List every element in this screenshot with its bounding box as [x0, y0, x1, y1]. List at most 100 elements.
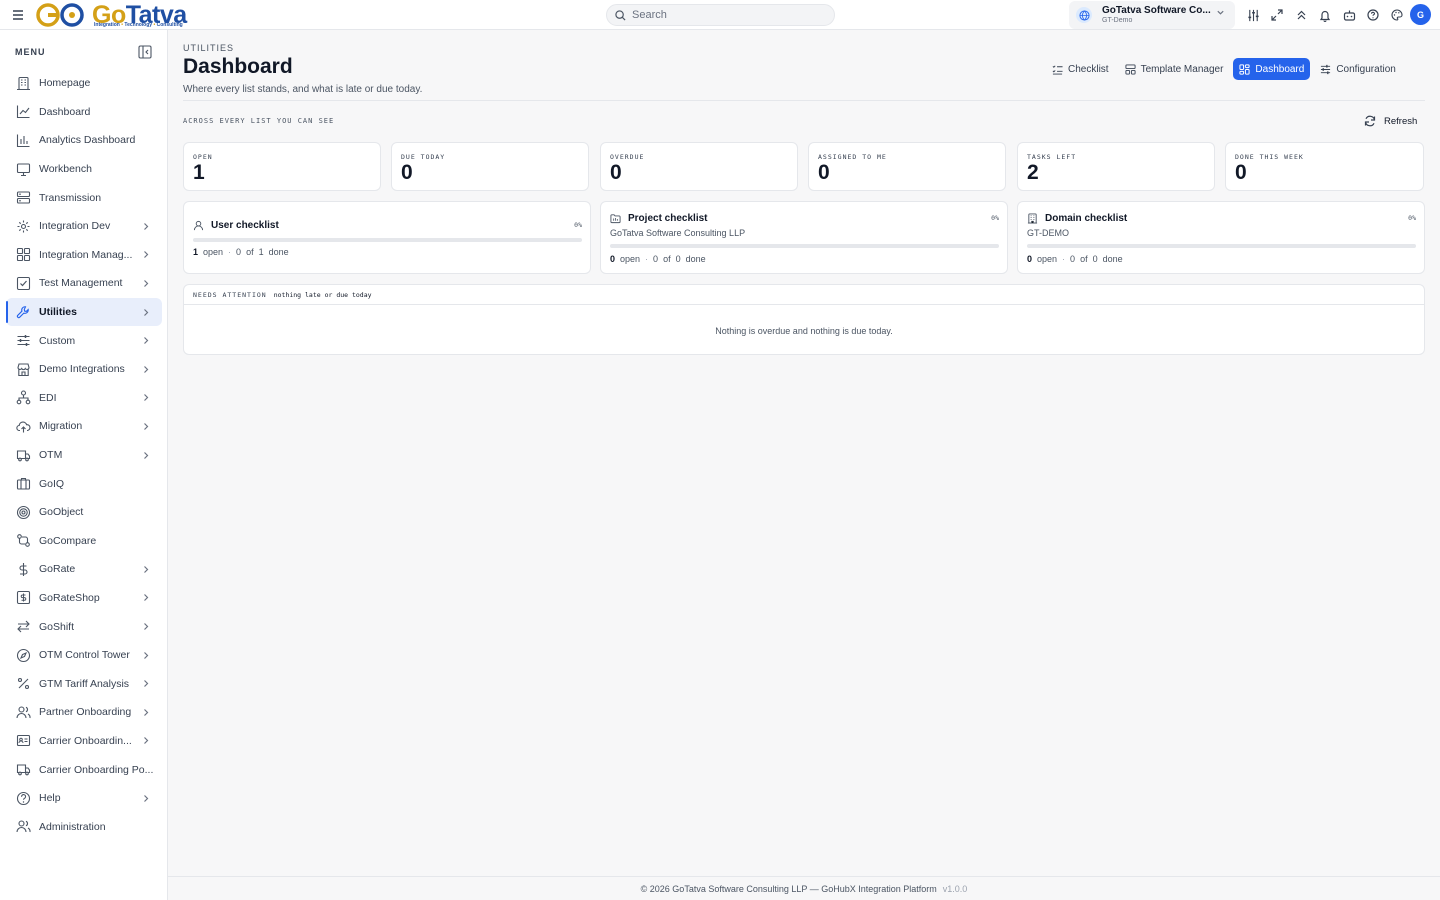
- sidebar-item-otm[interactable]: OTM: [6, 441, 162, 470]
- chevron-right-icon: [142, 679, 150, 688]
- tab-checklist[interactable]: Checklist: [1046, 58, 1115, 80]
- stat-card-assigned-to-me: ASSIGNED TO ME 0: [808, 142, 1006, 191]
- tab-template-manager[interactable]: Template Manager: [1119, 58, 1230, 80]
- equalizer-icon[interactable]: [1243, 4, 1263, 26]
- refresh-button[interactable]: Refresh: [1364, 115, 1417, 127]
- sidebar-item-homepage[interactable]: Homepage: [6, 69, 162, 98]
- stat-label: OVERDUE: [610, 153, 645, 161]
- bot-icon[interactable]: [1339, 4, 1359, 26]
- sidebar-item-gocompare[interactable]: GoCompare: [6, 527, 162, 556]
- chevron-right-icon: [142, 365, 150, 374]
- sidebar-item-transmission[interactable]: Transmission: [6, 183, 162, 212]
- help-circle-icon[interactable]: [1363, 4, 1383, 26]
- tab-dashboard[interactable]: Dashboard: [1233, 58, 1311, 80]
- chevrons-up-icon[interactable]: [1291, 4, 1311, 26]
- sidebar-item-dashboard[interactable]: Dashboard: [6, 98, 162, 127]
- sidebar-item-edi[interactable]: EDI: [6, 384, 162, 413]
- sidebar-item-gorate[interactable]: GoRate: [6, 555, 162, 584]
- sidebar-item-label: Homepage: [39, 77, 91, 90]
- chevron-right-icon: [142, 222, 150, 231]
- chevron-right-icon: [142, 794, 150, 803]
- needs-attention-panel: NEEDS ATTENTION nothing late or due toda…: [183, 284, 1425, 355]
- palette-icon[interactable]: [1387, 4, 1407, 26]
- collapse-sidebar-icon[interactable]: [138, 45, 152, 59]
- list-title: Domain checklist: [1045, 213, 1128, 224]
- globe-icon: [1076, 7, 1092, 23]
- building-icon: [16, 76, 31, 91]
- stat-card-overdue: OVERDUE 0: [600, 142, 798, 191]
- sidebar-item-workbench[interactable]: Workbench: [6, 155, 162, 184]
- sidebar-item-label: GoRateShop: [39, 591, 100, 604]
- list-subtitle: GoTatva Software Consulting LLP: [610, 228, 746, 238]
- id-card-icon: [16, 733, 31, 748]
- grid-icon: [16, 247, 31, 262]
- monitor-icon: [16, 162, 31, 177]
- list-stats: 1 open · 0 of 1 done: [193, 247, 289, 257]
- sidebar-item-analytics-dashboard[interactable]: Analytics Dashboard: [6, 126, 162, 155]
- chevron-right-icon: [142, 393, 150, 402]
- tenant-switcher[interactable]: GoTatva Software Co... GT-Demo: [1069, 1, 1235, 29]
- tab-configuration[interactable]: Configuration: [1314, 58, 1401, 80]
- sidebar-item-partner-onboarding[interactable]: Partner Onboarding: [6, 698, 162, 727]
- sidebar-item-help[interactable]: Help: [6, 784, 162, 813]
- stat-value: 2: [1027, 161, 1039, 184]
- breadcrumb: UTILITIES: [183, 43, 235, 53]
- gotatva-logo[interactable]: GoTatva Integration • Technology • Consu…: [34, 1, 187, 29]
- sidebar-item-administration[interactable]: Administration: [6, 812, 162, 841]
- sidebar-item-label: Utilities: [39, 306, 77, 319]
- chevron-right-icon: [142, 308, 150, 317]
- chevron-right-icon: [142, 422, 150, 431]
- sidebar-item-label: Transmission: [39, 191, 102, 204]
- hamburger-menu-icon[interactable]: [12, 7, 26, 23]
- sidebar-item-migration[interactable]: Migration: [6, 412, 162, 441]
- sidebar-item-label: Demo Integrations: [39, 363, 125, 376]
- sidebar-item-integration-manag[interactable]: Integration Manag...: [6, 241, 162, 270]
- section-label: ACROSS EVERY LIST YOU CAN SEE: [183, 117, 335, 125]
- chevron-right-icon: [142, 250, 150, 259]
- stat-label: OPEN: [193, 153, 213, 161]
- search-input[interactable]: [632, 9, 822, 21]
- sidebar-item-test-management[interactable]: Test Management: [6, 269, 162, 298]
- user-avatar[interactable]: G: [1410, 4, 1431, 25]
- chevron-right-icon: [142, 736, 150, 745]
- sidebar-item-utilities[interactable]: Utilities: [6, 297, 162, 327]
- stat-card-done-this-week: DONE THIS WEEK 0: [1225, 142, 1424, 191]
- stat-value: 0: [610, 161, 622, 184]
- user-checklist-card[interactable]: User checklist 0% 1 open · 0 of 1 done: [183, 201, 591, 274]
- briefcase-icon: [16, 476, 31, 491]
- sidebar-item-carrier-onboarding-po[interactable]: Carrier Onboarding Po...: [6, 755, 162, 784]
- sidebar-item-goshift[interactable]: GoShift: [6, 612, 162, 641]
- sidebar-item-integration-dev[interactable]: Integration Dev: [6, 212, 162, 241]
- project-checklist-card[interactable]: Project checklist GoTatva Software Consu…: [600, 201, 1008, 274]
- sidebar: MENU Homepage Dashboard Analytics Dashboar…: [0, 30, 168, 900]
- list-percent: 0%: [1408, 214, 1416, 222]
- progress-bar: [610, 244, 999, 248]
- search-box[interactable]: [606, 4, 835, 26]
- git-compare-icon: [16, 533, 31, 548]
- sidebar-item-label: GoRate: [39, 563, 76, 576]
- fullscreen-icon[interactable]: [1267, 4, 1287, 26]
- dollar-square-icon: [16, 590, 31, 605]
- sidebar-item-gtm-tariff-analysis[interactable]: GTM Tariff Analysis: [6, 669, 162, 698]
- sidebar-item-custom[interactable]: Custom: [6, 326, 162, 355]
- sidebar-item-label: OTM: [39, 449, 63, 462]
- sidebar-item-demo-integrations[interactable]: Demo Integrations: [6, 355, 162, 384]
- template-icon: [1125, 63, 1136, 75]
- stat-card-open: OPEN 1: [183, 142, 381, 191]
- sidebar-item-gorateshop[interactable]: GoRateShop: [6, 584, 162, 613]
- sidebar-item-carrier-onboardin[interactable]: Carrier Onboardin...: [6, 727, 162, 756]
- sidebar-item-otm-control-tower[interactable]: OTM Control Tower: [6, 641, 162, 670]
- sidebar-item-label: Workbench: [39, 163, 92, 176]
- list-title: Project checklist: [628, 213, 708, 224]
- sidebar-item-label: GoCompare: [39, 534, 97, 547]
- progress-bar: [1027, 244, 1416, 248]
- sidebar-item-label: Carrier Onboardin...: [39, 734, 132, 747]
- bell-icon[interactable]: [1315, 4, 1335, 26]
- sidebar-item-goiq[interactable]: GoIQ: [6, 469, 162, 498]
- gear-icon: [16, 219, 31, 234]
- sidebar-item-goobject[interactable]: GoObject: [6, 498, 162, 527]
- tenant-code: GT-Demo: [1102, 17, 1133, 24]
- needs-attention-header: NEEDS ATTENTION nothing late or due toda…: [184, 285, 1424, 305]
- dollar-icon: [16, 562, 31, 577]
- domain-checklist-card[interactable]: Domain checklist GT-DEMO 0% 0 open · 0 of 0 do…: [1017, 201, 1425, 274]
